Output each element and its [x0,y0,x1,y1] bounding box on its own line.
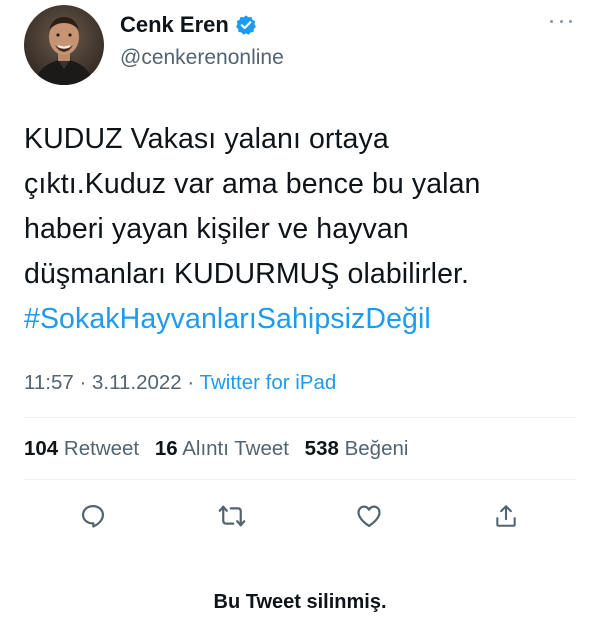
retweets-label: Retweet [63,437,140,460]
tweet-date[interactable]: 3.11.2022 [92,371,182,394]
tweet-meta: 11:57 · 3.11.2022 · Twitter for iPad [24,371,336,395]
tweet-card: Cenk Eren @cenkerenonline KUDUZ Vakası y… [0,0,600,629]
share-button[interactable] [490,500,522,532]
user-handle[interactable]: @cenkerenonline [120,46,284,70]
tweet-text-line: çıktı.Kuduz var ama bence bu yalan [24,168,481,200]
tweet-text-line: düşmanları KUDURMUŞ olabilirler. [24,258,470,290]
meta-separator: · [79,371,87,394]
quotes-label: Alıntı Tweet [182,437,289,460]
retweets-count: 104 [24,437,59,460]
tweet-text: KUDUZ Vakası yalanı ortaya çıktı.Kuduz v… [24,117,584,342]
tweet-text-line: KUDUZ Vakası yalanı ortaya [24,123,389,155]
likes-label: Beğeni [344,437,409,460]
quotes-count: 16 [154,437,178,460]
verified-badge-icon [235,14,257,36]
reply-icon [81,504,105,528]
quotes-stat[interactable]: 16 Alıntı Tweet [155,437,289,460]
retweet-icon [218,505,246,527]
avatar[interactable] [24,5,104,85]
author-name-row[interactable]: Cenk Eren [120,12,257,38]
like-button[interactable] [353,500,385,532]
divider [24,417,576,418]
retweet-button[interactable] [216,500,248,532]
divider [24,479,576,480]
reply-button[interactable] [77,500,109,532]
tweet-time[interactable]: 11:57 [24,371,74,394]
deleted-caption: Bu Tweet silinmiş. [213,591,387,613]
avatar-photo [24,5,104,85]
more-options-icon[interactable] [550,14,572,28]
retweets-stat[interactable]: 104 Retweet [24,437,139,460]
hashtag-link[interactable]: #SokakHayvanlarıSahipsizDeğil [24,297,584,342]
share-icon [496,505,516,527]
tweet-text-line: haberi yayan kişiler ve hayvan [24,213,409,245]
likes-stat[interactable]: 538 Beğeni [305,437,409,460]
display-name[interactable]: Cenk Eren [120,12,229,38]
tweet-source-link[interactable]: Twitter for iPad [200,371,337,394]
like-icon [357,505,381,528]
tweet-stats: 104 Retweet 16 Alıntı Tweet 538 Beğeni [24,437,408,461]
likes-count: 538 [304,437,339,460]
meta-separator: · [187,371,195,394]
action-bar [0,500,600,532]
